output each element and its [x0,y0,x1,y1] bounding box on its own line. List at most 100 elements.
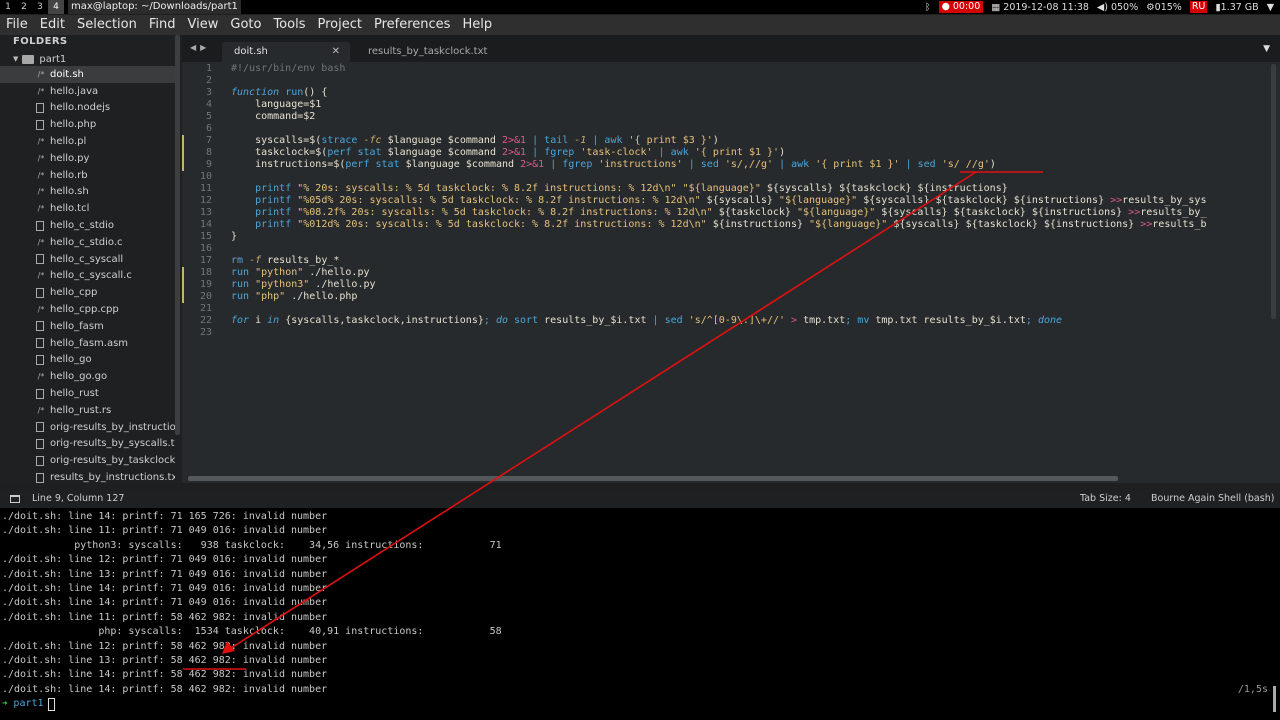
file-item[interactable]: results_by_instructions.tx [0,469,175,483]
code-line[interactable] [231,303,1271,315]
file-item[interactable]: hello_rust [0,385,175,402]
code-line[interactable]: rm -f results_by_* [231,255,1271,267]
file-list: /* doit.sh /* hello.java hello.nodejs hello.p… [0,66,175,483]
file-item[interactable]: /* hello_cpp.cpp [0,301,175,318]
recording-indicator[interactable]: ● 00:00 [938,1,984,13]
file-item[interactable]: orig-results_by_syscalls.tx [0,436,175,453]
close-icon[interactable]: ✕ [332,42,340,62]
file-item[interactable]: orig-results_by_instructio [0,419,175,436]
menu-view[interactable]: View [182,15,225,35]
workspace-3[interactable]: 3 [32,0,48,14]
code-line[interactable]: run "python" ./hello.py [231,267,1271,279]
file-item[interactable]: /* hello_c_syscall.c [0,268,175,285]
sidebar-scrollbar[interactable] [175,35,180,435]
file-item[interactable]: /* hello.rb [0,167,175,184]
file-item[interactable]: hello.php [0,116,175,133]
file-item[interactable]: orig-results_by_taskclock. [0,452,175,469]
menu-find[interactable]: Find [143,15,182,35]
volume[interactable]: ◀) 050% [1097,2,1138,13]
code-line[interactable]: } [231,231,1271,243]
workspace-4[interactable]: 4 [48,0,64,14]
terminal-prompt[interactable]: ➜ part1 [2,697,55,711]
tab-results-by-taskclock[interactable]: results_by_taskclock.txt [356,42,506,62]
code-line[interactable] [231,123,1271,135]
code-line[interactable] [231,327,1271,339]
bluetooth-icon[interactable]: ᛒ [925,2,931,13]
file-name: hello_go [50,354,92,366]
file-name: hello_fasm [50,320,104,332]
menu-tools[interactable]: Tools [267,15,311,35]
code-line[interactable]: printf "%05d% 20s: syscalls: % 5d taskcl… [231,195,1271,207]
cursor-position[interactable]: Line 9, Column 127 [32,493,124,504]
code-line[interactable]: instructions=$(perf stat $language $comm… [231,159,1271,171]
code-line[interactable]: printf "%012d% 20s: syscalls: % 5d taskc… [231,219,1271,231]
editor-vertical-scrollbar[interactable] [1271,64,1276,319]
chevron-down-icon[interactable]: ▼ [13,55,18,63]
menu-help[interactable]: Help [456,15,498,35]
code-line[interactable] [231,171,1271,183]
editor-horizontal-scrollbar[interactable] [188,476,1118,481]
file-item[interactable]: /* hello.java [0,83,175,100]
code-line[interactable] [231,243,1271,255]
file-item[interactable]: hello_c_stdio [0,217,175,234]
file-item[interactable]: /* hello.py [0,150,175,167]
code-line[interactable]: syscalls=$(strace -fc $language $command… [231,135,1271,147]
code-line[interactable]: for i in {syscalls,taskclock,instruction… [231,315,1271,327]
code-line[interactable]: #!/usr/bin/env bash [231,63,1271,75]
window-title[interactable]: max@laptop: ~/Downloads/part1 [68,0,241,14]
terminal-scrollbar[interactable] [1273,686,1276,712]
folder-part1[interactable]: ▼ part1 [0,51,175,67]
menu-preferences[interactable]: Preferences [368,15,456,35]
code-line[interactable] [231,75,1271,87]
code-line[interactable]: language=$1 [231,99,1271,111]
file-item[interactable]: /* doit.sh [0,66,175,83]
code-line[interactable]: run "python3" ./hello.py [231,279,1271,291]
document-file-icon [36,102,44,113]
arrow-right-icon[interactable]: ▶ [200,43,206,52]
code-line[interactable]: printf "%08.2f% 20s: syscalls: % 5d task… [231,207,1271,219]
code-line[interactable]: function run() { [231,87,1271,99]
file-item[interactable]: /* hello.pl [0,133,175,150]
code-line[interactable]: taskclock=$(perf stat $language $command… [231,147,1271,159]
code-line[interactable]: command=$2 [231,111,1271,123]
terminal-line: python3: syscalls: 938 taskclock: 34,56 … [2,539,502,551]
workspace-2[interactable]: 2 [16,0,32,14]
file-name: doit.sh [50,68,84,80]
file-item[interactable]: /* hello.tcl [0,200,175,217]
file-name: hello_cpp [50,287,98,299]
cpu: ⚙015% [1146,2,1182,13]
workspace-1[interactable]: 1 [0,0,16,14]
code-line[interactable]: run "php" ./hello.php [231,291,1271,303]
terminal-panel[interactable]: ./doit.sh: line 14: printf: 71 165 726: … [0,508,1280,720]
tab-doit-sh[interactable]: doit.sh ✕ [222,42,350,62]
tab-size[interactable]: Tab Size: 4 [1080,493,1131,504]
file-item[interactable]: /* hello_rust.rs [0,402,175,419]
menu-goto[interactable]: Goto [224,15,267,35]
file-item[interactable]: hello_fasm.asm [0,335,175,352]
code-line[interactable]: printf "% 20s: syscalls: % 5d taskclock:… [231,183,1271,195]
file-item[interactable]: hello_c_syscall [0,251,175,268]
code-area[interactable]: #!/usr/bin/env bash function run() { lang… [231,63,1271,339]
menu-project[interactable]: Project [311,15,367,35]
file-item[interactable]: hello_go [0,352,175,369]
file-item[interactable]: hello_cpp [0,284,175,301]
wifi-icon[interactable]: ▼ [1267,2,1274,13]
file-item[interactable]: hello.nodejs [0,100,175,117]
syntax-selector[interactable]: Bourne Again Shell (bash) [1151,493,1274,504]
code-editor[interactable]: 1 2 3 4 5 6 7 8 9 10 11 12 13 14 15 16 17 18 19 20 21 22 23 #!… [182,62,1280,483]
file-item[interactable]: /* hello.sh [0,184,175,201]
file-item[interactable]: /* hello_c_stdio.c [0,234,175,251]
script-file-icon: /* [37,69,45,79]
panel-toggle-icon[interactable] [10,495,20,503]
file-item[interactable]: /* hello_go.go [0,368,175,385]
menu-edit[interactable]: Edit [34,15,71,35]
menu-selection[interactable]: Selection [71,15,143,35]
keyboard-layout[interactable]: RU [1189,1,1208,13]
document-file-icon [36,287,44,298]
document-file-icon [36,321,44,332]
script-file-icon: /* [37,372,45,382]
chevron-down-icon[interactable]: ▼ [1263,44,1270,54]
arrow-left-icon[interactable]: ◀ [190,43,196,52]
menu-file[interactable]: File [0,15,34,35]
file-item[interactable]: hello_fasm [0,318,175,335]
